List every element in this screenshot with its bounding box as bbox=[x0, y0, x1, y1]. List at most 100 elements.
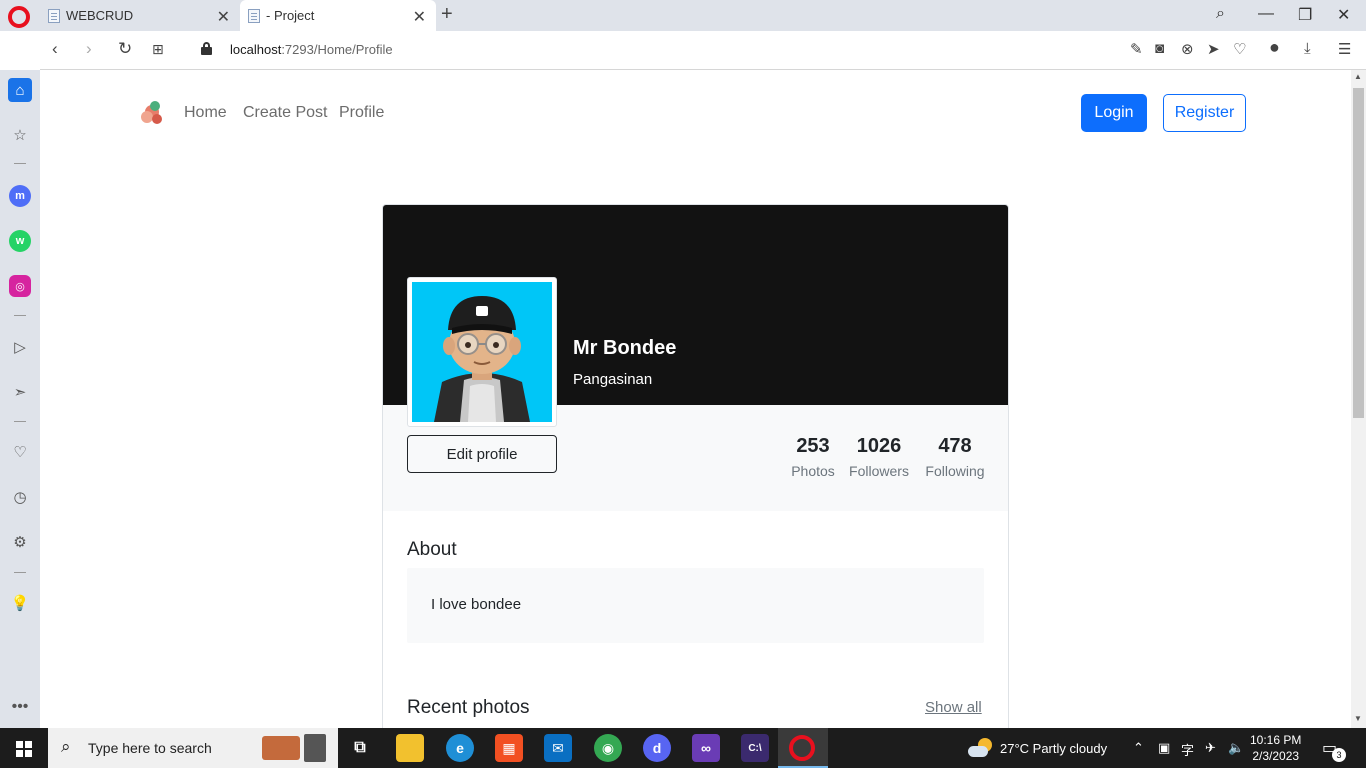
scroll-down-arrow-icon[interactable]: ▼ bbox=[1354, 714, 1362, 723]
snapshot-icon[interactable]: ◙ bbox=[1155, 40, 1164, 57]
sidebar-divider bbox=[14, 163, 26, 164]
tabs-grid-icon[interactable]: ⊞ bbox=[152, 41, 164, 58]
notification-count: 3 bbox=[1332, 748, 1346, 762]
messenger-icon[interactable]: m bbox=[9, 185, 31, 207]
home-icon[interactable]: ⌂ bbox=[8, 78, 32, 102]
visual-studio-icon[interactable]: ∞ bbox=[692, 734, 720, 762]
stat-label: Photos bbox=[791, 463, 835, 479]
nav-profile[interactable]: Profile bbox=[339, 104, 384, 122]
weather-text[interactable]: 27°C Partly cloudy bbox=[1000, 741, 1107, 756]
search-icon: ⌕ bbox=[61, 737, 71, 756]
search-placeholder: Type here to search bbox=[88, 740, 212, 756]
network-icon[interactable]: ✈ bbox=[1205, 740, 1216, 756]
profile-card: Mr Bondee Pangasinan Edit profile 253 Ph… bbox=[382, 204, 1009, 728]
star-icon[interactable]: ☆ bbox=[9, 124, 31, 146]
download-icon[interactable]: ⤓ bbox=[1304, 40, 1311, 57]
profile-name: Mr Bondee bbox=[573, 337, 677, 359]
tab-project[interactable]: - Project ✕ bbox=[240, 0, 436, 31]
recent-photos-heading: Recent photos bbox=[407, 697, 530, 718]
opera-sidebar: ⌂ ☆ m w ◎ ▷ ➣ ♡ ◷ ⚙ 💡 ••• bbox=[0, 70, 40, 728]
windows-start-icon[interactable] bbox=[16, 741, 32, 757]
back-icon[interactable]: ‹ bbox=[52, 39, 58, 59]
mail-icon[interactable]: ✉ bbox=[544, 734, 572, 762]
maximize-button[interactable]: ❐ bbox=[1298, 5, 1312, 25]
close-window-button[interactable]: ✕ bbox=[1337, 5, 1350, 25]
volume-icon[interactable]: 🔈 bbox=[1228, 740, 1244, 756]
settings-gear-icon[interactable]: ⚙ bbox=[9, 531, 31, 553]
instagram-icon[interactable]: ◎ bbox=[9, 275, 31, 297]
calculator-icon bbox=[304, 734, 326, 762]
scroll-up-arrow-icon[interactable]: ▲ bbox=[1354, 72, 1362, 81]
stat-label: Followers bbox=[849, 463, 909, 479]
login-button[interactable]: Login bbox=[1081, 94, 1147, 132]
address-bar: ‹ › ↻ ⊞ localhost:7293/Home/Profile ✎ ◙ … bbox=[40, 31, 1366, 70]
reload-icon[interactable]: ↻ bbox=[118, 39, 132, 59]
page-scrollbar[interactable]: ▲ ▼ bbox=[1351, 70, 1366, 728]
notifications-icon[interactable]: ▭ 3 bbox=[1322, 738, 1346, 762]
edge-icon[interactable]: e bbox=[446, 734, 474, 762]
nav-home[interactable]: Home bbox=[184, 104, 227, 122]
search-tabs-icon[interactable]: ⌕ bbox=[1216, 5, 1225, 23]
sidebar-divider bbox=[14, 572, 26, 573]
profile-location: Pangasinan bbox=[573, 371, 653, 388]
scroll-thumb[interactable] bbox=[1353, 88, 1364, 418]
taskbar-search-input[interactable]: ⌕ Type here to search bbox=[48, 728, 338, 768]
tray-chevron-icon[interactable]: ⌃ bbox=[1133, 740, 1144, 756]
history-icon[interactable]: ◷ bbox=[9, 486, 31, 508]
bookmarks-heart-icon[interactable]: ♡ bbox=[9, 441, 31, 463]
new-tab-button[interactable]: + bbox=[441, 3, 453, 26]
windows-taskbar: ⌕ Type here to search ⧉ e ▦ ✉ ◉ d ∞ C:\ … bbox=[0, 728, 1366, 768]
clock-date: 2/3/2023 bbox=[1252, 749, 1300, 763]
discord-icon[interactable]: d bbox=[643, 734, 671, 762]
tab-title: - Project bbox=[266, 8, 315, 23]
page-icon bbox=[48, 8, 60, 23]
opera-taskbar-icon[interactable] bbox=[789, 735, 815, 761]
url-path: :7293/Home/Profile bbox=[281, 42, 393, 57]
show-all-link[interactable]: Show all bbox=[925, 699, 982, 716]
file-explorer-icon[interactable] bbox=[396, 734, 424, 762]
web-page: Home Create Post Profile Login Register bbox=[40, 70, 1351, 728]
about-text: I love bondee bbox=[431, 596, 522, 613]
about-box: I love bondee bbox=[407, 568, 984, 643]
wallet-icon bbox=[262, 736, 300, 760]
site-logo-icon[interactable] bbox=[141, 101, 165, 127]
tab-webcrud[interactable]: WEBCRUD ✕ bbox=[40, 0, 240, 31]
minimize-button[interactable]: — bbox=[1258, 5, 1274, 23]
task-view-icon[interactable]: ⧉ bbox=[346, 734, 374, 762]
close-tab-icon[interactable]: ✕ bbox=[413, 7, 426, 27]
stat-value: 478 bbox=[938, 435, 972, 457]
tab-title: WEBCRUD bbox=[66, 8, 134, 23]
clock[interactable]: 10:16 PM 2/3/2023 bbox=[1250, 732, 1301, 764]
more-options-icon[interactable]: ••• bbox=[9, 696, 31, 718]
adblock-icon[interactable]: ⊗ bbox=[1181, 40, 1194, 58]
chrome-icon[interactable]: ◉ bbox=[594, 734, 622, 762]
profile-icon[interactable]: ● bbox=[1269, 37, 1280, 58]
clock-time: 10:16 PM bbox=[1250, 733, 1302, 747]
terminal-icon[interactable]: C:\ bbox=[741, 734, 769, 762]
heart-icon[interactable]: ♡ bbox=[1233, 40, 1246, 58]
avatar[interactable] bbox=[407, 277, 557, 427]
player-icon[interactable]: ▷ bbox=[9, 336, 31, 358]
opera-logo-icon[interactable] bbox=[8, 6, 30, 28]
share-icon[interactable]: ✎ bbox=[1130, 40, 1143, 58]
url-field[interactable]: localhost:7293/Home/Profile bbox=[230, 42, 393, 57]
store-icon[interactable]: ▦ bbox=[495, 734, 523, 762]
forward-icon[interactable]: › bbox=[86, 39, 92, 59]
tips-lightbulb-icon[interactable]: 💡 bbox=[9, 592, 31, 614]
easy-setup-icon[interactable]: ☰ bbox=[1338, 40, 1351, 58]
weather-partly-cloudy-icon[interactable] bbox=[968, 736, 992, 760]
close-tab-icon[interactable]: ✕ bbox=[217, 7, 230, 27]
stat-label: Following bbox=[925, 463, 985, 479]
whatsapp-icon[interactable]: w bbox=[9, 230, 31, 252]
flow-send-icon[interactable]: ➣ bbox=[9, 381, 31, 403]
register-button[interactable]: Register bbox=[1163, 94, 1246, 132]
lock-icon[interactable] bbox=[201, 42, 212, 55]
send-icon[interactable]: ➤ bbox=[1207, 40, 1220, 58]
page-icon bbox=[248, 8, 260, 23]
stat-value: 253 bbox=[796, 435, 830, 457]
nav-create-post[interactable]: Create Post bbox=[243, 104, 327, 122]
edit-profile-button[interactable]: Edit profile bbox=[407, 435, 557, 473]
meet-icon[interactable]: ▣ bbox=[1158, 740, 1170, 756]
language-icon[interactable]: 字 bbox=[1181, 740, 1194, 759]
browser-tab-bar: WEBCRUD ✕ - Project ✕ + ⌕ — ❐ ✕ bbox=[0, 0, 1366, 31]
